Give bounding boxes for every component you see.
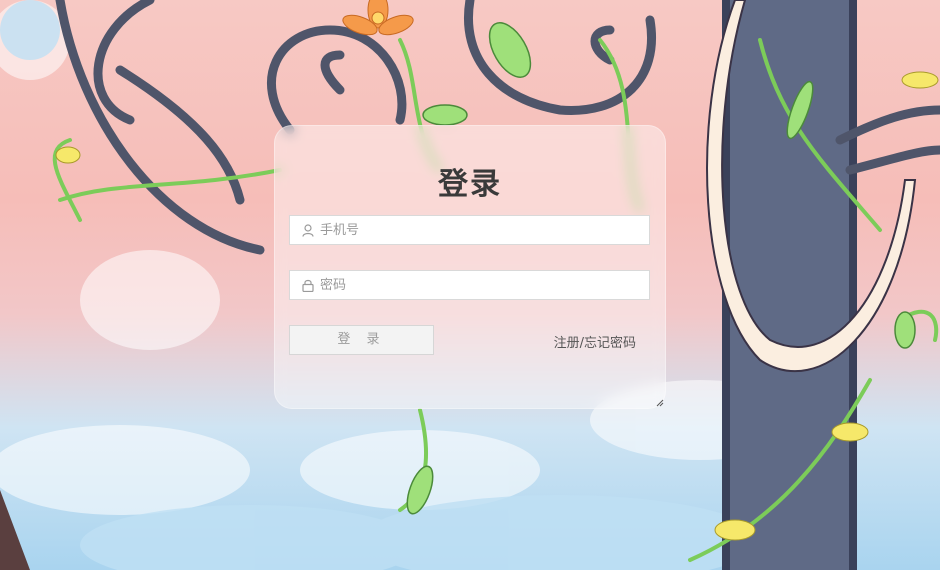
phone-field[interactable] [289, 215, 650, 245]
user-icon [300, 222, 316, 238]
login-screen: 登录 登 录 注册/忘记密码 [0, 0, 940, 570]
resize-grip-icon[interactable] [656, 399, 664, 407]
register-forgot-password-link[interactable]: 注册/忘记密码 [554, 332, 636, 351]
login-title: 登录 [438, 167, 502, 202]
password-input[interactable] [320, 272, 649, 298]
lock-icon [300, 277, 316, 293]
login-card: 登录 登 录 注册/忘记密码 [274, 125, 666, 409]
login-button[interactable]: 登 录 [289, 325, 434, 355]
phone-input[interactable] [320, 217, 649, 243]
password-field[interactable] [289, 270, 650, 300]
